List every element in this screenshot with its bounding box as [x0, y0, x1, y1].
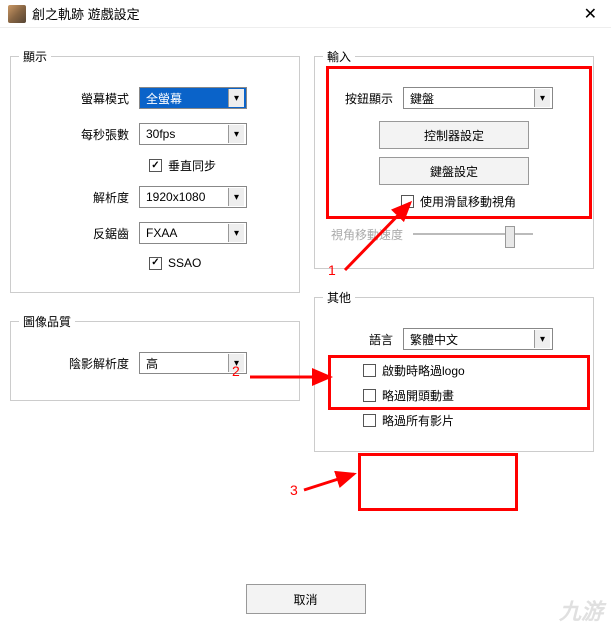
- image-quality-legend: 圖像品質: [19, 313, 75, 330]
- other-group: 其他 語言 繁體中文 啟動時略過logo 略過開頭動畫 略過所有影片: [314, 289, 594, 452]
- shadow-label: 陰影解析度: [19, 355, 139, 372]
- screen-mode-select[interactable]: 全螢幕: [139, 87, 247, 109]
- ssao-label: SSAO: [168, 256, 201, 270]
- mouse-view-label: 使用滑鼠移動視角: [420, 193, 516, 210]
- input-group: 輸入 按鈕顯示 鍵盤 控制器設定 鍵盤設定 使用滑鼠移動視角 視角移動速度: [314, 48, 594, 269]
- camera-speed-label: 視角移動速度: [331, 226, 403, 243]
- chevron-down-icon: [228, 354, 244, 372]
- image-quality-group: 圖像品質 陰影解析度 高: [10, 313, 300, 401]
- vsync-label: 垂直同步: [168, 157, 216, 174]
- resolution-label: 解析度: [19, 189, 139, 206]
- resolution-select[interactable]: 1920x1080: [139, 186, 247, 208]
- window-title: 創之軌跡 遊戲設定: [32, 4, 578, 23]
- close-icon[interactable]: ✕: [578, 4, 603, 24]
- skip-logo-checkbox[interactable]: [363, 364, 376, 377]
- ssao-checkbox[interactable]: [149, 257, 162, 270]
- display-legend: 顯示: [19, 48, 51, 65]
- mouse-view-checkbox[interactable]: [401, 195, 414, 208]
- shadow-select[interactable]: 高: [139, 352, 247, 374]
- chevron-down-icon: [534, 89, 550, 107]
- vsync-checkbox[interactable]: [149, 159, 162, 172]
- display-group: 顯示 螢幕模式 全螢幕 每秒張數 30fps 垂直同步 解析度 192: [10, 48, 300, 293]
- annotation-box-3: [358, 453, 518, 511]
- skip-logo-label: 啟動時略過logo: [382, 362, 465, 379]
- chevron-down-icon: [228, 89, 244, 107]
- skip-opening-label: 略過開頭動畫: [382, 387, 454, 404]
- skip-videos-checkbox[interactable]: [363, 414, 376, 427]
- chevron-down-icon: [228, 188, 244, 206]
- skip-opening-checkbox[interactable]: [363, 389, 376, 402]
- skip-videos-label: 略過所有影片: [382, 412, 454, 429]
- aa-label: 反鋸齒: [19, 225, 139, 242]
- controller-settings-button[interactable]: 控制器設定: [379, 121, 529, 149]
- annotation-num-3: 3: [290, 482, 298, 498]
- keyboard-settings-button[interactable]: 鍵盤設定: [379, 157, 529, 185]
- button-display-select[interactable]: 鍵盤: [403, 87, 553, 109]
- fps-select[interactable]: 30fps: [139, 123, 247, 145]
- chevron-down-icon: [228, 125, 244, 143]
- button-display-label: 按鈕顯示: [323, 90, 403, 107]
- aa-select[interactable]: FXAA: [139, 222, 247, 244]
- screen-mode-label: 螢幕模式: [19, 90, 139, 107]
- chevron-down-icon: [228, 224, 244, 242]
- other-legend: 其他: [323, 289, 355, 306]
- annotation-arrow-3: [302, 468, 362, 498]
- fps-label: 每秒張數: [19, 126, 139, 143]
- chevron-down-icon: [534, 330, 550, 348]
- language-label: 語言: [323, 331, 403, 348]
- input-legend: 輸入: [323, 48, 355, 65]
- language-select[interactable]: 繁體中文: [403, 328, 553, 350]
- camera-speed-slider[interactable]: [413, 224, 533, 244]
- app-icon: [8, 5, 26, 23]
- cancel-button[interactable]: 取消: [246, 584, 366, 614]
